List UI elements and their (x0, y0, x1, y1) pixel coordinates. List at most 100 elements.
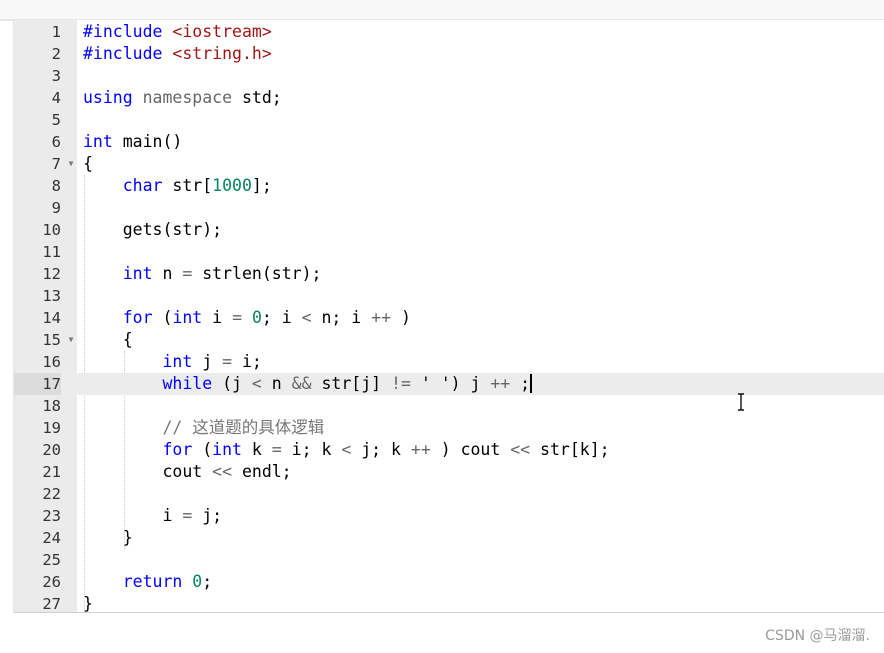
line-number: 8 (51, 177, 61, 195)
code-lines[interactable]: 1 #include <iostream> 2 #include <string.h>… (14, 21, 884, 613)
code-text[interactable]: int j = i; (83, 351, 261, 373)
code-line[interactable]: 10 gets(str); (14, 219, 884, 241)
code-line[interactable]: 23 i = j; (14, 505, 884, 527)
code-line[interactable]: 1 #include <iostream> (14, 21, 884, 43)
code-text[interactable]: for (int i = 0; i < n; i ++ ) (83, 307, 411, 329)
code-line[interactable]: 2 #include <string.h> (14, 43, 884, 65)
code-token: = (232, 308, 242, 327)
code-text[interactable]: return 0; (83, 571, 212, 593)
code-line[interactable]: 12 int n = strlen(str); (14, 263, 884, 285)
code-line[interactable]: 26 return 0; (14, 571, 884, 593)
code-line[interactable]: 24 } (14, 527, 884, 549)
code-text[interactable]: } (83, 593, 93, 612)
code-token: ) cout (430, 440, 511, 459)
code-text[interactable]: #include <string.h> (83, 43, 272, 65)
code-text[interactable]: using namespace std; (83, 87, 282, 109)
code-line[interactable]: 20 for (int k = i; k < j; k ++ ) cout <<… (14, 439, 884, 461)
fold-arrow-icon[interactable]: ▼ (66, 329, 76, 351)
text-cursor-icon (738, 393, 744, 411)
line-number: 4 (51, 89, 61, 107)
code-line[interactable]: 9 (14, 197, 884, 219)
code-token: int (172, 308, 203, 327)
code-line[interactable]: 8 char str[1000]; (14, 175, 884, 197)
code-token: for (122, 308, 153, 327)
code-line[interactable]: 27} (14, 593, 884, 613)
code-token: n; i (311, 308, 372, 327)
code-token: ) (391, 308, 411, 327)
code-line[interactable]: 14 for (int i = 0; i < n; i ++ ) (14, 307, 884, 329)
code-token: ]; (251, 176, 272, 195)
code-token: j; k (351, 440, 411, 459)
code-text[interactable]: { (83, 153, 93, 175)
code-token: (j (212, 374, 252, 393)
line-number: 18 (42, 397, 61, 415)
line-number: 22 (42, 485, 61, 503)
fold-arrow-icon[interactable]: ▼ (66, 153, 76, 175)
line-number: 2 (51, 45, 61, 63)
code-token: ++ (410, 440, 431, 459)
code-line[interactable]: 15 ▼ { (14, 329, 884, 351)
code-token: = (271, 440, 282, 459)
code-token: str[k]; (530, 440, 610, 459)
code-token: int (83, 132, 113, 151)
text-caret (530, 374, 533, 393)
code-line[interactable]: 17 while (j < n && str[j] != ' ') j ++ ; (14, 373, 884, 395)
code-text[interactable]: #include <iostream> (83, 21, 272, 43)
line-number: 25 (42, 551, 61, 569)
code-token: str[ (162, 176, 213, 195)
code-text[interactable]: char str[1000]; (83, 175, 272, 197)
code-token: // 这道题的具体逻辑 (162, 418, 325, 437)
code-text[interactable]: int n = strlen(str); (83, 263, 322, 285)
line-number: 16 (42, 353, 61, 371)
code-text[interactable]: while (j < n && str[j] != ' ') j ++ ; (83, 373, 533, 395)
line-number: 23 (42, 507, 61, 525)
code-line[interactable]: 18 (14, 395, 884, 417)
line-number: 27 (42, 595, 61, 613)
code-line[interactable]: 25 (14, 549, 884, 571)
code-token: i (202, 308, 233, 327)
code-token: { (83, 154, 93, 173)
line-number: 17 (14, 373, 61, 395)
code-text[interactable]: gets(str); (83, 219, 222, 241)
code-token: ( (152, 308, 173, 327)
line-number: 26 (42, 573, 61, 591)
code-token: = (182, 264, 193, 283)
code-text[interactable]: } (83, 527, 133, 549)
code-line[interactable]: 4 using namespace std; (14, 87, 884, 109)
code-token: n (152, 264, 183, 283)
code-line[interactable]: 5 (14, 109, 884, 131)
code-text[interactable]: cout << endl; (83, 461, 292, 483)
code-text[interactable]: i = j; (83, 505, 222, 527)
code-line[interactable]: 21 cout << endl; (14, 461, 884, 483)
code-token: endl; (232, 462, 292, 481)
code-text[interactable]: int main() (83, 131, 182, 153)
code-token: = (222, 352, 233, 371)
code-line[interactable]: 13 (14, 285, 884, 307)
line-number: 19 (42, 419, 61, 437)
code-text[interactable]: for (int k = i; k < j; k ++ ) cout << st… (83, 439, 610, 461)
code-token: << (212, 462, 233, 481)
code-text[interactable]: { (83, 329, 133, 351)
code-text[interactable]: // 这道题的具体逻辑 (83, 417, 324, 439)
code-line[interactable]: 7 ▼ { (14, 153, 884, 175)
line-number: 24 (42, 529, 61, 547)
code-line[interactable]: 16 int j = i; (14, 351, 884, 373)
code-token: strlen(str); (192, 264, 322, 283)
code-line[interactable]: 22 (14, 483, 884, 505)
code-line[interactable]: 3 (14, 65, 884, 87)
code-token: i; k (281, 440, 342, 459)
code-editor[interactable]: 1 #include <iostream> 2 #include <string.h>… (13, 20, 884, 613)
code-line[interactable]: 11 (14, 241, 884, 263)
code-line[interactable]: 6 int main() (14, 131, 884, 153)
code-token: <iostream> (172, 22, 272, 41)
code-line[interactable]: 19 // 这道题的具体逻辑 (14, 417, 884, 439)
code-token: ' ') j (410, 374, 491, 393)
